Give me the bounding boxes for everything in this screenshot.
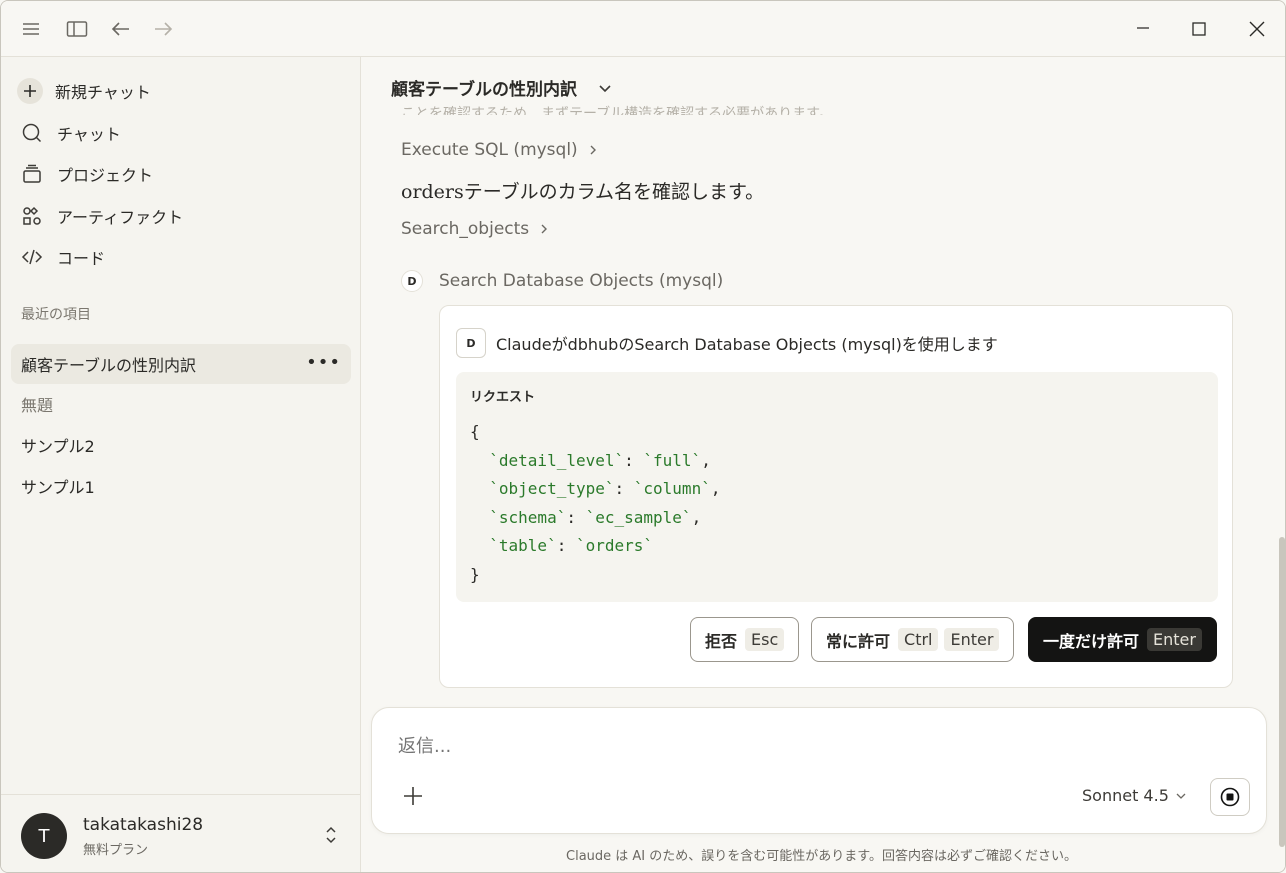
request-box: リクエスト { `detail_level`: `full`, `object_… (456, 372, 1218, 602)
disclaimer: Claude は AI のため、誤りを含む可能性があります。回答内容は必ずご確認… (566, 849, 1077, 864)
sidebar-item-label: チャット (57, 125, 121, 144)
recent-item-label: 無題 (21, 396, 54, 415)
sidebar-item-label: 新規チャット (55, 83, 151, 102)
user-menu[interactable]: T takatakashi28 無料プラン (1, 794, 360, 872)
code-icon (21, 246, 43, 268)
username: takatakashi28 (83, 815, 204, 835)
model-selector[interactable]: Sonnet 4.5 (1082, 786, 1187, 805)
sidebar-toggle-icon[interactable] (65, 17, 89, 41)
chevron-updown-icon (326, 826, 336, 844)
avatar: T (21, 813, 67, 859)
allow-once-button[interactable]: 一度だけ許可 Enter (1028, 617, 1217, 662)
request-code: { `detail_level`: `full`, `object_type`:… (470, 422, 721, 584)
code-key: `object_type` (489, 479, 615, 498)
plus-icon (17, 78, 43, 104)
permission-heading: D ClaudeがdbhubのSearch Database Objects (… (456, 328, 998, 358)
dbhub-badge: D (456, 328, 486, 358)
arrow-right-icon[interactable] (151, 17, 175, 41)
artifacts-icon (21, 205, 43, 227)
tool-use-label: Search Database Objects (mysql) (439, 271, 724, 291)
stop-button[interactable] (1210, 778, 1250, 816)
code-value: `column` (633, 479, 711, 498)
always-allow-label: 常に許可 (826, 631, 891, 651)
code-brace: } (470, 564, 480, 584)
scrollbar[interactable] (1279, 537, 1285, 847)
app-window: 新規チャット チャット プロジェクト アーティファクト コード 最近の項目 顧客… (0, 0, 1286, 873)
permission-card: D ClaudeがdbhubのSearch Database Objects (… (439, 305, 1233, 688)
code-key: `table` (489, 536, 557, 555)
code-comma: , (691, 507, 702, 527)
minimize-button[interactable] (1129, 15, 1157, 43)
maximize-button[interactable] (1185, 15, 1213, 43)
recent-item-label: サンプル1 (21, 478, 95, 497)
folder-stack-icon (21, 163, 43, 185)
chevron-right-icon (541, 224, 548, 234)
recent-item[interactable]: 無題 (11, 384, 351, 424)
sidebar-item-label: アーティファクト (57, 208, 184, 227)
recent-section-label: 最近の項目 (21, 307, 91, 323)
assistant-message: ordersテーブルのカラム名を確認します。 (401, 181, 765, 203)
sidebar-item-code[interactable]: コード (11, 239, 351, 275)
plan-label: 無料プラン (83, 843, 149, 858)
sidebar-item-chats[interactable]: チャット (11, 115, 351, 151)
shortcut-key: Esc (745, 628, 785, 651)
tool-call-label: Execute SQL (mysql) (401, 140, 578, 160)
more-options-icon[interactable]: ••• (306, 352, 341, 373)
chat-bubble-icon (21, 122, 43, 144)
deny-button[interactable]: 拒否 Esc (690, 617, 800, 662)
sidebar-item-new-chat[interactable]: 新規チャット (11, 73, 351, 109)
chevron-down-icon (1176, 793, 1186, 799)
tool-call-label: Search_objects (401, 219, 530, 239)
tool-call-search-objects[interactable]: Search_objects (401, 219, 551, 239)
recent-item-label: サンプル2 (21, 437, 95, 456)
code-comma: , (701, 450, 711, 470)
code-value: `full` (643, 450, 702, 470)
code-comma: , (710, 479, 721, 498)
composer: Sonnet 4.5 (371, 707, 1267, 834)
sidebar-item-label: コード (57, 249, 106, 268)
conversation-title-text: 顧客テーブルの性別内訳 (391, 80, 577, 100)
tool-call-execute-sql[interactable]: Execute SQL (mysql) (401, 140, 600, 160)
code-value: `orders` (575, 536, 654, 555)
tool-use-row: D Search Database Objects (mysql) (401, 270, 723, 292)
recent-item-label: 顧客テーブルの性別内訳 (21, 356, 197, 375)
chevron-down-icon (599, 84, 611, 92)
sidebar-item-projects[interactable]: プロジェクト (11, 156, 351, 192)
recent-item[interactable]: サンプル1 (11, 466, 351, 506)
code-key: `detail_level` (489, 450, 625, 470)
allow-once-label: 一度だけ許可 (1043, 631, 1140, 651)
arrow-left-icon[interactable] (109, 17, 133, 41)
code-key: `schema` (489, 507, 567, 527)
sidebar: 新規チャット チャット プロジェクト アーティファクト コード 最近の項目 顧客… (1, 57, 361, 872)
title-bar (1, 1, 1285, 57)
shortcut-key: Ctrl (898, 628, 939, 651)
shortcut-key: Enter (944, 628, 1000, 651)
deny-label: 拒否 (705, 631, 738, 651)
hamburger-icon[interactable] (19, 17, 43, 41)
stop-icon (1220, 787, 1240, 807)
dbhub-badge: D (401, 270, 423, 292)
sidebar-item-artifacts[interactable]: アーティファクト (11, 198, 351, 234)
faded-message-text: ことを確認するため、まずテーブル構造を確認する必要があります。 (401, 106, 833, 115)
reply-input[interactable] (398, 736, 998, 757)
sidebar-item-label: プロジェクト (57, 166, 154, 185)
always-allow-button[interactable]: 常に許可 Ctrl Enter (811, 617, 1015, 662)
add-attachment-icon[interactable] (400, 783, 426, 809)
recent-item-active[interactable]: 顧客テーブルの性別内訳 ••• (11, 344, 351, 384)
shortcut-key: Enter (1147, 628, 1202, 651)
recent-item[interactable]: サンプル2 (11, 425, 351, 465)
model-label: Sonnet 4.5 (1082, 786, 1169, 805)
permission-heading-text: ClaudeがdbhubのSearch Database Objects (my… (496, 335, 998, 354)
code-brace: { (470, 422, 480, 441)
conversation-title[interactable]: 顧客テーブルの性別内訳 (391, 75, 613, 100)
close-button[interactable] (1243, 15, 1271, 43)
chevron-right-icon (590, 145, 596, 155)
main-panel: 顧客テーブルの性別内訳 ことを確認するため、まずテーブル構造を確認する必要があり… (361, 57, 1285, 872)
request-label: リクエスト (470, 390, 536, 405)
code-value: `ec_sample` (585, 507, 692, 527)
